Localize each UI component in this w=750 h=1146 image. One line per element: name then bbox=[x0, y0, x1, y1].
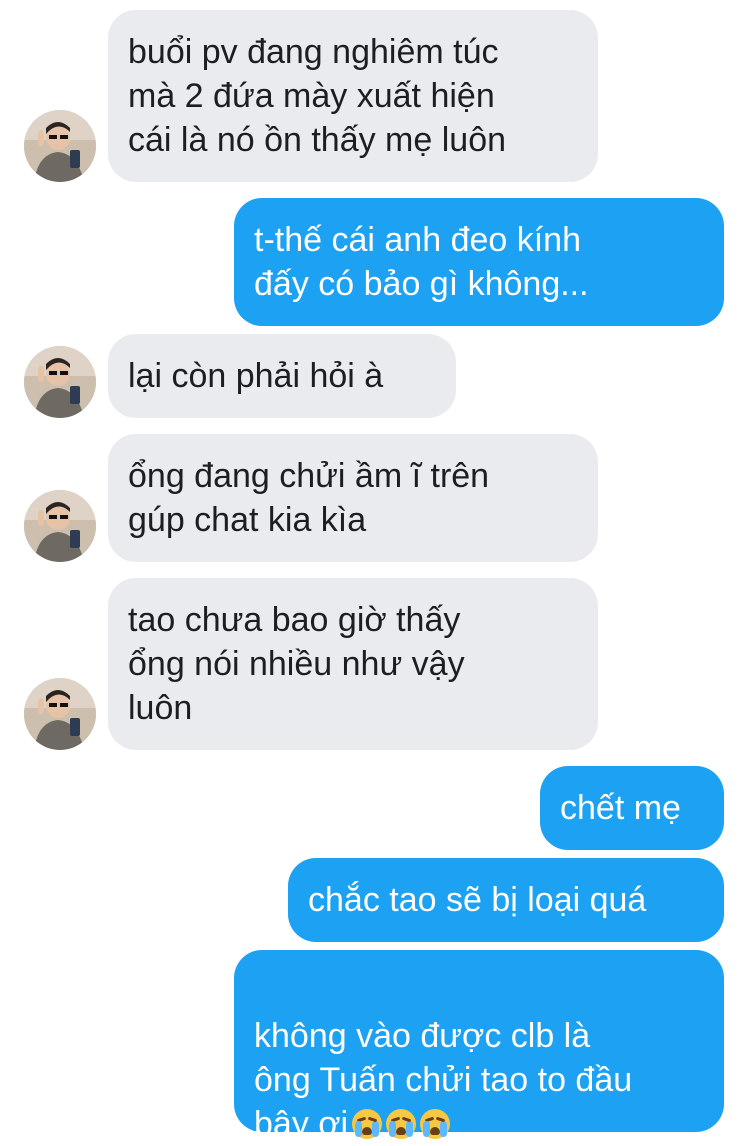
message-bubble-incoming: tao chưa bao giờ thấy ổng nói nhiều như … bbox=[108, 578, 598, 750]
avatar-photo-icon bbox=[24, 346, 96, 418]
avatar-photo-icon bbox=[24, 110, 96, 182]
loudly-crying-face-icon bbox=[386, 1109, 417, 1139]
sender-avatar[interactable] bbox=[24, 490, 96, 562]
sender-avatar[interactable] bbox=[24, 346, 96, 418]
loudly-crying-face-icon bbox=[352, 1109, 383, 1139]
message-bubble-incoming: ổng đang chửi ầm ĩ trên gúp chat kia kìa bbox=[108, 434, 598, 562]
loudly-crying-face-icon bbox=[420, 1109, 451, 1139]
message-bubble-incoming: buổi pv đang nghiêm túc mà 2 đứa mày xuấ… bbox=[108, 10, 598, 182]
chat-thread: buổi pv đang nghiêm túc mà 2 đứa mày xuấ… bbox=[0, 0, 750, 1143]
message-bubble-outgoing: t-thế cái anh đeo kính đấy có bảo gì khô… bbox=[234, 198, 724, 326]
avatar-photo-icon bbox=[24, 490, 96, 562]
message-bubble-outgoing: không vào được clb là ông Tuấn chửi tao … bbox=[234, 950, 724, 1143]
message-bubble-outgoing: chết mẹ bbox=[540, 766, 724, 850]
sender-avatar[interactable] bbox=[24, 678, 96, 750]
sender-avatar[interactable] bbox=[24, 110, 96, 182]
message-bubble-incoming: lại còn phải hỏi à bbox=[108, 334, 456, 418]
message-bubble-outgoing: chắc tao sẽ bị loại quá bbox=[288, 858, 724, 942]
avatar-photo-icon bbox=[24, 678, 96, 750]
